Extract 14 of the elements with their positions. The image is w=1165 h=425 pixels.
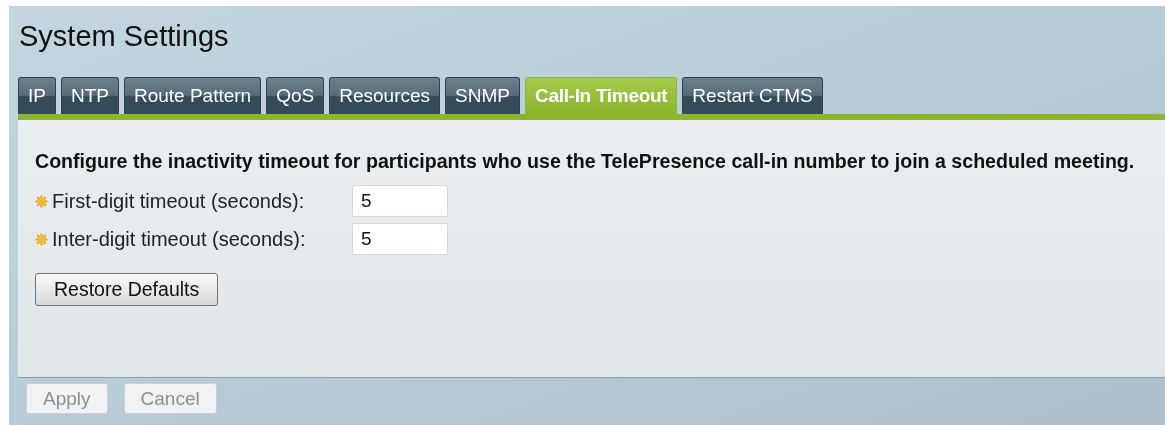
tab[interactable]: Route Pattern: [123, 77, 262, 114]
window-title: System Settings: [18, 19, 230, 54]
tab[interactable]: NTP: [60, 77, 119, 114]
restore-defaults-button[interactable]: Restore Defaults: [35, 273, 219, 306]
input-field[interactable]: 5: [352, 223, 448, 255]
input-field[interactable]: 5: [352, 185, 448, 217]
description-text: Configure the inactivity timeout for participants who use the TelePresence call-in number to join a scheduled meeting.: [35, 150, 1136, 173]
tab[interactable]: QoS: [266, 77, 325, 114]
field-label: First-digit timeout (seconds):: [52, 189, 306, 213]
tab[interactable]: SNMP: [445, 77, 520, 114]
tab[interactable]: Restart CTMS: [682, 77, 823, 114]
field-label: Inter-digit timeout (seconds):: [52, 227, 307, 251]
tab[interactable]: Resources: [329, 77, 441, 114]
tab[interactable]: IP: [18, 77, 56, 114]
